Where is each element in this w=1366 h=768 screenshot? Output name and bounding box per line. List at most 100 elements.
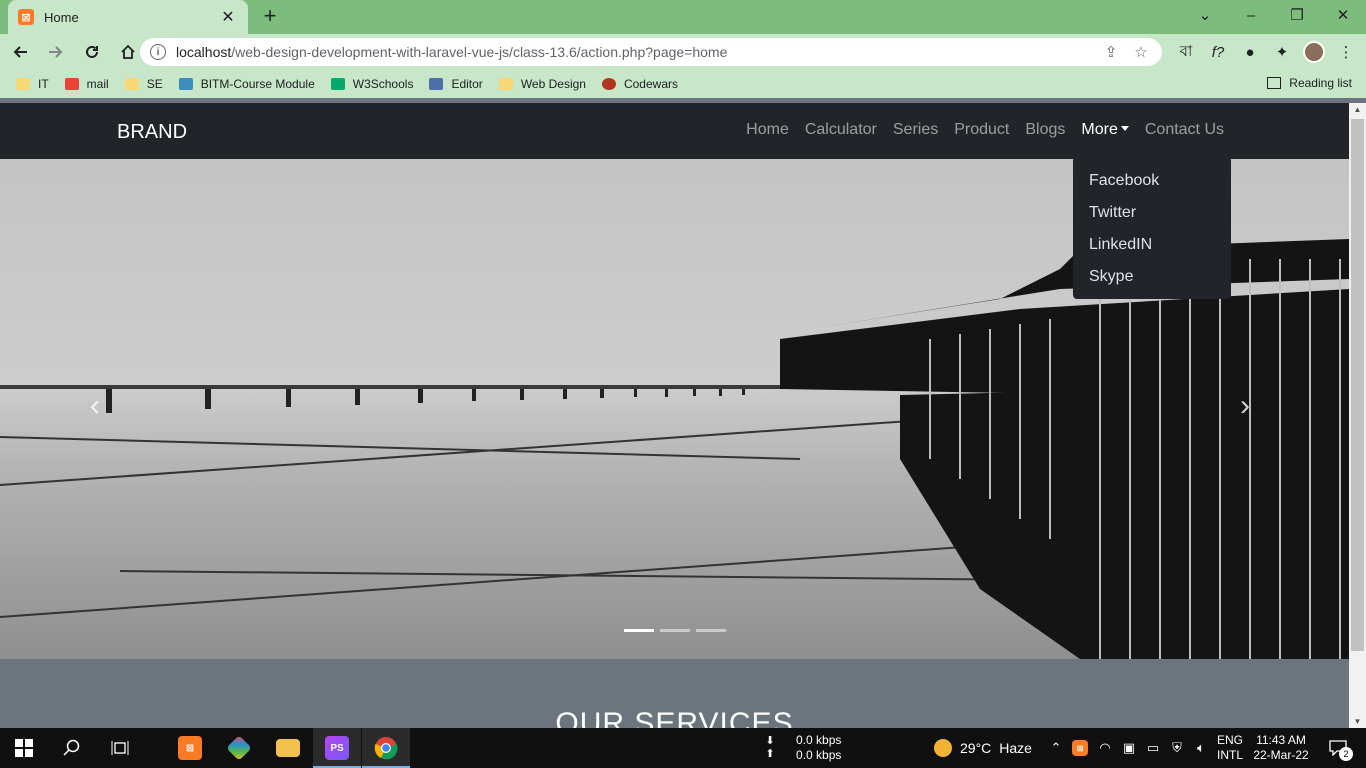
nav-contact[interactable]: Contact Us	[1145, 121, 1224, 139]
volume-icon[interactable]: 🔈︎	[1190, 728, 1212, 768]
forward-arrow-icon[interactable]	[40, 36, 72, 68]
profile-avatar[interactable]	[1303, 41, 1325, 63]
carousel-prev-icon[interactable]: ‹	[90, 389, 100, 423]
scroll-thumb[interactable]	[1351, 119, 1364, 651]
nav-series[interactable]: Series	[893, 121, 938, 139]
bookmark-label: SE	[146, 77, 163, 91]
close-window-button[interactable]: ✕	[1320, 0, 1366, 30]
browser-toolbar: i localhost/web-design-development-with-…	[0, 34, 1366, 70]
bookmark-bitm[interactable]: BITM-Course Module	[178, 77, 315, 91]
nav-more-dropdown[interactable]: More	[1081, 121, 1129, 139]
bookmark-web-design[interactable]: Web Design	[498, 77, 586, 91]
url-path: /web-design-development-with-laravel-vue…	[231, 44, 728, 60]
page-scrollbar[interactable]: ▲ ▼	[1349, 103, 1366, 728]
bookmark-editor[interactable]: Editor	[429, 77, 483, 91]
browser-tab[interactable]: ⊠ Home ✕	[8, 0, 248, 34]
bookmark-label: IT	[38, 77, 49, 91]
language-indicator[interactable]: ENG INTL	[1214, 728, 1246, 768]
bookmark-se[interactable]: SE	[124, 77, 163, 91]
bookmark-mail[interactable]: mail	[64, 77, 109, 91]
show-hidden-icons-chevron-icon[interactable]: ⌃	[1046, 728, 1066, 768]
reading-list-icon	[1267, 77, 1282, 89]
reload-icon[interactable]	[76, 36, 108, 68]
codewars-icon	[601, 78, 616, 90]
dropdown-item-skype[interactable]: Skype	[1073, 261, 1231, 293]
bookmark-star-icon[interactable]: ☆	[1130, 43, 1152, 61]
editor-icon	[429, 78, 444, 90]
dropdown-item-linkedin[interactable]: LinkedIN	[1073, 229, 1231, 261]
brand-logo[interactable]: BRAND	[117, 121, 187, 144]
nav-calculator[interactable]: Calculator	[805, 121, 877, 139]
chrome-icon	[374, 737, 398, 760]
weather-widget[interactable]: 29°C Haze	[934, 728, 1044, 768]
task-view-icon[interactable]	[96, 728, 144, 768]
notifications-button[interactable]: 2	[1320, 728, 1356, 768]
w3schools-icon	[330, 78, 345, 90]
carousel-indicator[interactable]	[660, 629, 690, 632]
restore-button[interactable]: ❐	[1274, 0, 1320, 30]
reading-list-button[interactable]: Reading list	[1267, 76, 1352, 90]
carousel-next-icon[interactable]: ›	[1240, 389, 1250, 423]
bookmark-it[interactable]: IT	[16, 77, 49, 91]
dropdown-item-twitter[interactable]: Twitter	[1073, 197, 1231, 229]
chrome-menu-icon[interactable]: ⋮	[1330, 43, 1362, 61]
tab-close-icon[interactable]: ✕	[218, 7, 238, 27]
scroll-up-arrow-icon[interactable]: ▲	[1349, 105, 1366, 114]
site-navbar: BRAND Home Calculator Series Product Blo…	[0, 103, 1349, 159]
wifi-icon[interactable]: ◠	[1094, 728, 1116, 768]
git-icon	[226, 735, 252, 761]
security-shield-icon[interactable]: ⛨	[1166, 728, 1188, 768]
address-bar[interactable]: i localhost/web-design-development-with-…	[140, 38, 1162, 66]
xampp-favicon-icon: ⊠	[18, 9, 34, 25]
taskbar-sourcetree[interactable]	[215, 728, 263, 768]
temperature-text: 29°C	[960, 739, 992, 756]
taskbar-xampp[interactable]: ⊠	[166, 728, 214, 768]
scroll-down-arrow-icon[interactable]: ▼	[1349, 717, 1366, 726]
meet-now-icon[interactable]: ▣	[1118, 728, 1140, 768]
bangla-extension-icon[interactable]: বা	[1170, 40, 1202, 65]
carousel-indicator[interactable]	[624, 629, 654, 632]
taskbar-chrome[interactable]	[362, 728, 410, 768]
folder-icon	[498, 78, 513, 90]
services-section: OUR SERVICES	[0, 659, 1349, 728]
xampp-tray-icon[interactable]: ⊠	[1070, 728, 1090, 768]
window-controls: ⌄ – ❐ ✕	[1182, 0, 1366, 30]
tab-search-button[interactable]: ⌄	[1182, 0, 1228, 30]
carousel-indicator[interactable]	[696, 629, 726, 632]
time-text: 11:43 AM	[1256, 733, 1306, 747]
nav-links: Home Calculator Series Product Blogs Mor…	[730, 121, 1224, 139]
bookmark-w3schools[interactable]: W3Schools	[330, 77, 413, 91]
dropdown-item-facebook[interactable]: Facebook	[1073, 165, 1231, 197]
folder-icon	[124, 78, 139, 90]
new-tab-button[interactable]: +	[258, 4, 282, 28]
nav-home[interactable]: Home	[746, 121, 789, 139]
nav-product[interactable]: Product	[954, 121, 1009, 139]
upload-arrow-icon: ⬆	[765, 748, 775, 760]
url-text[interactable]: localhost/web-design-development-with-la…	[176, 44, 1092, 60]
bookmark-codewars[interactable]: Codewars	[601, 77, 678, 91]
battery-icon[interactable]: ▭	[1142, 728, 1164, 768]
clock[interactable]: 11:43 AM 22-Mar-22	[1250, 728, 1312, 768]
share-icon[interactable]: ⇪	[1100, 43, 1122, 61]
taskbar-phpstorm[interactable]: PS	[313, 728, 361, 768]
site-info-icon[interactable]: i	[150, 44, 166, 60]
services-heading: OUR SERVICES	[555, 707, 794, 728]
taskbar-file-explorer[interactable]	[264, 728, 312, 768]
start-button[interactable]	[0, 728, 48, 768]
puzzle-extensions-icon[interactable]: ✦	[1266, 43, 1298, 61]
caret-down-icon	[1120, 126, 1129, 131]
color-picker-extension-icon[interactable]: ●	[1234, 44, 1266, 61]
windows-logo-icon	[15, 739, 33, 757]
bookmark-label: Codewars	[623, 77, 678, 91]
tab-title: Home	[44, 9, 79, 25]
search-icon[interactable]	[48, 728, 96, 768]
phpstorm-icon: PS	[325, 736, 349, 760]
back-arrow-icon[interactable]	[4, 36, 36, 68]
nav-blogs[interactable]: Blogs	[1025, 121, 1065, 139]
gmail-icon	[64, 78, 79, 90]
font-extension-icon[interactable]: f?	[1202, 44, 1234, 61]
minimize-button[interactable]: –	[1228, 0, 1274, 30]
layout-text: INTL	[1216, 748, 1243, 762]
notification-center-icon: 2	[1325, 735, 1353, 761]
net-up-text: 0.0 kbps	[796, 748, 842, 762]
